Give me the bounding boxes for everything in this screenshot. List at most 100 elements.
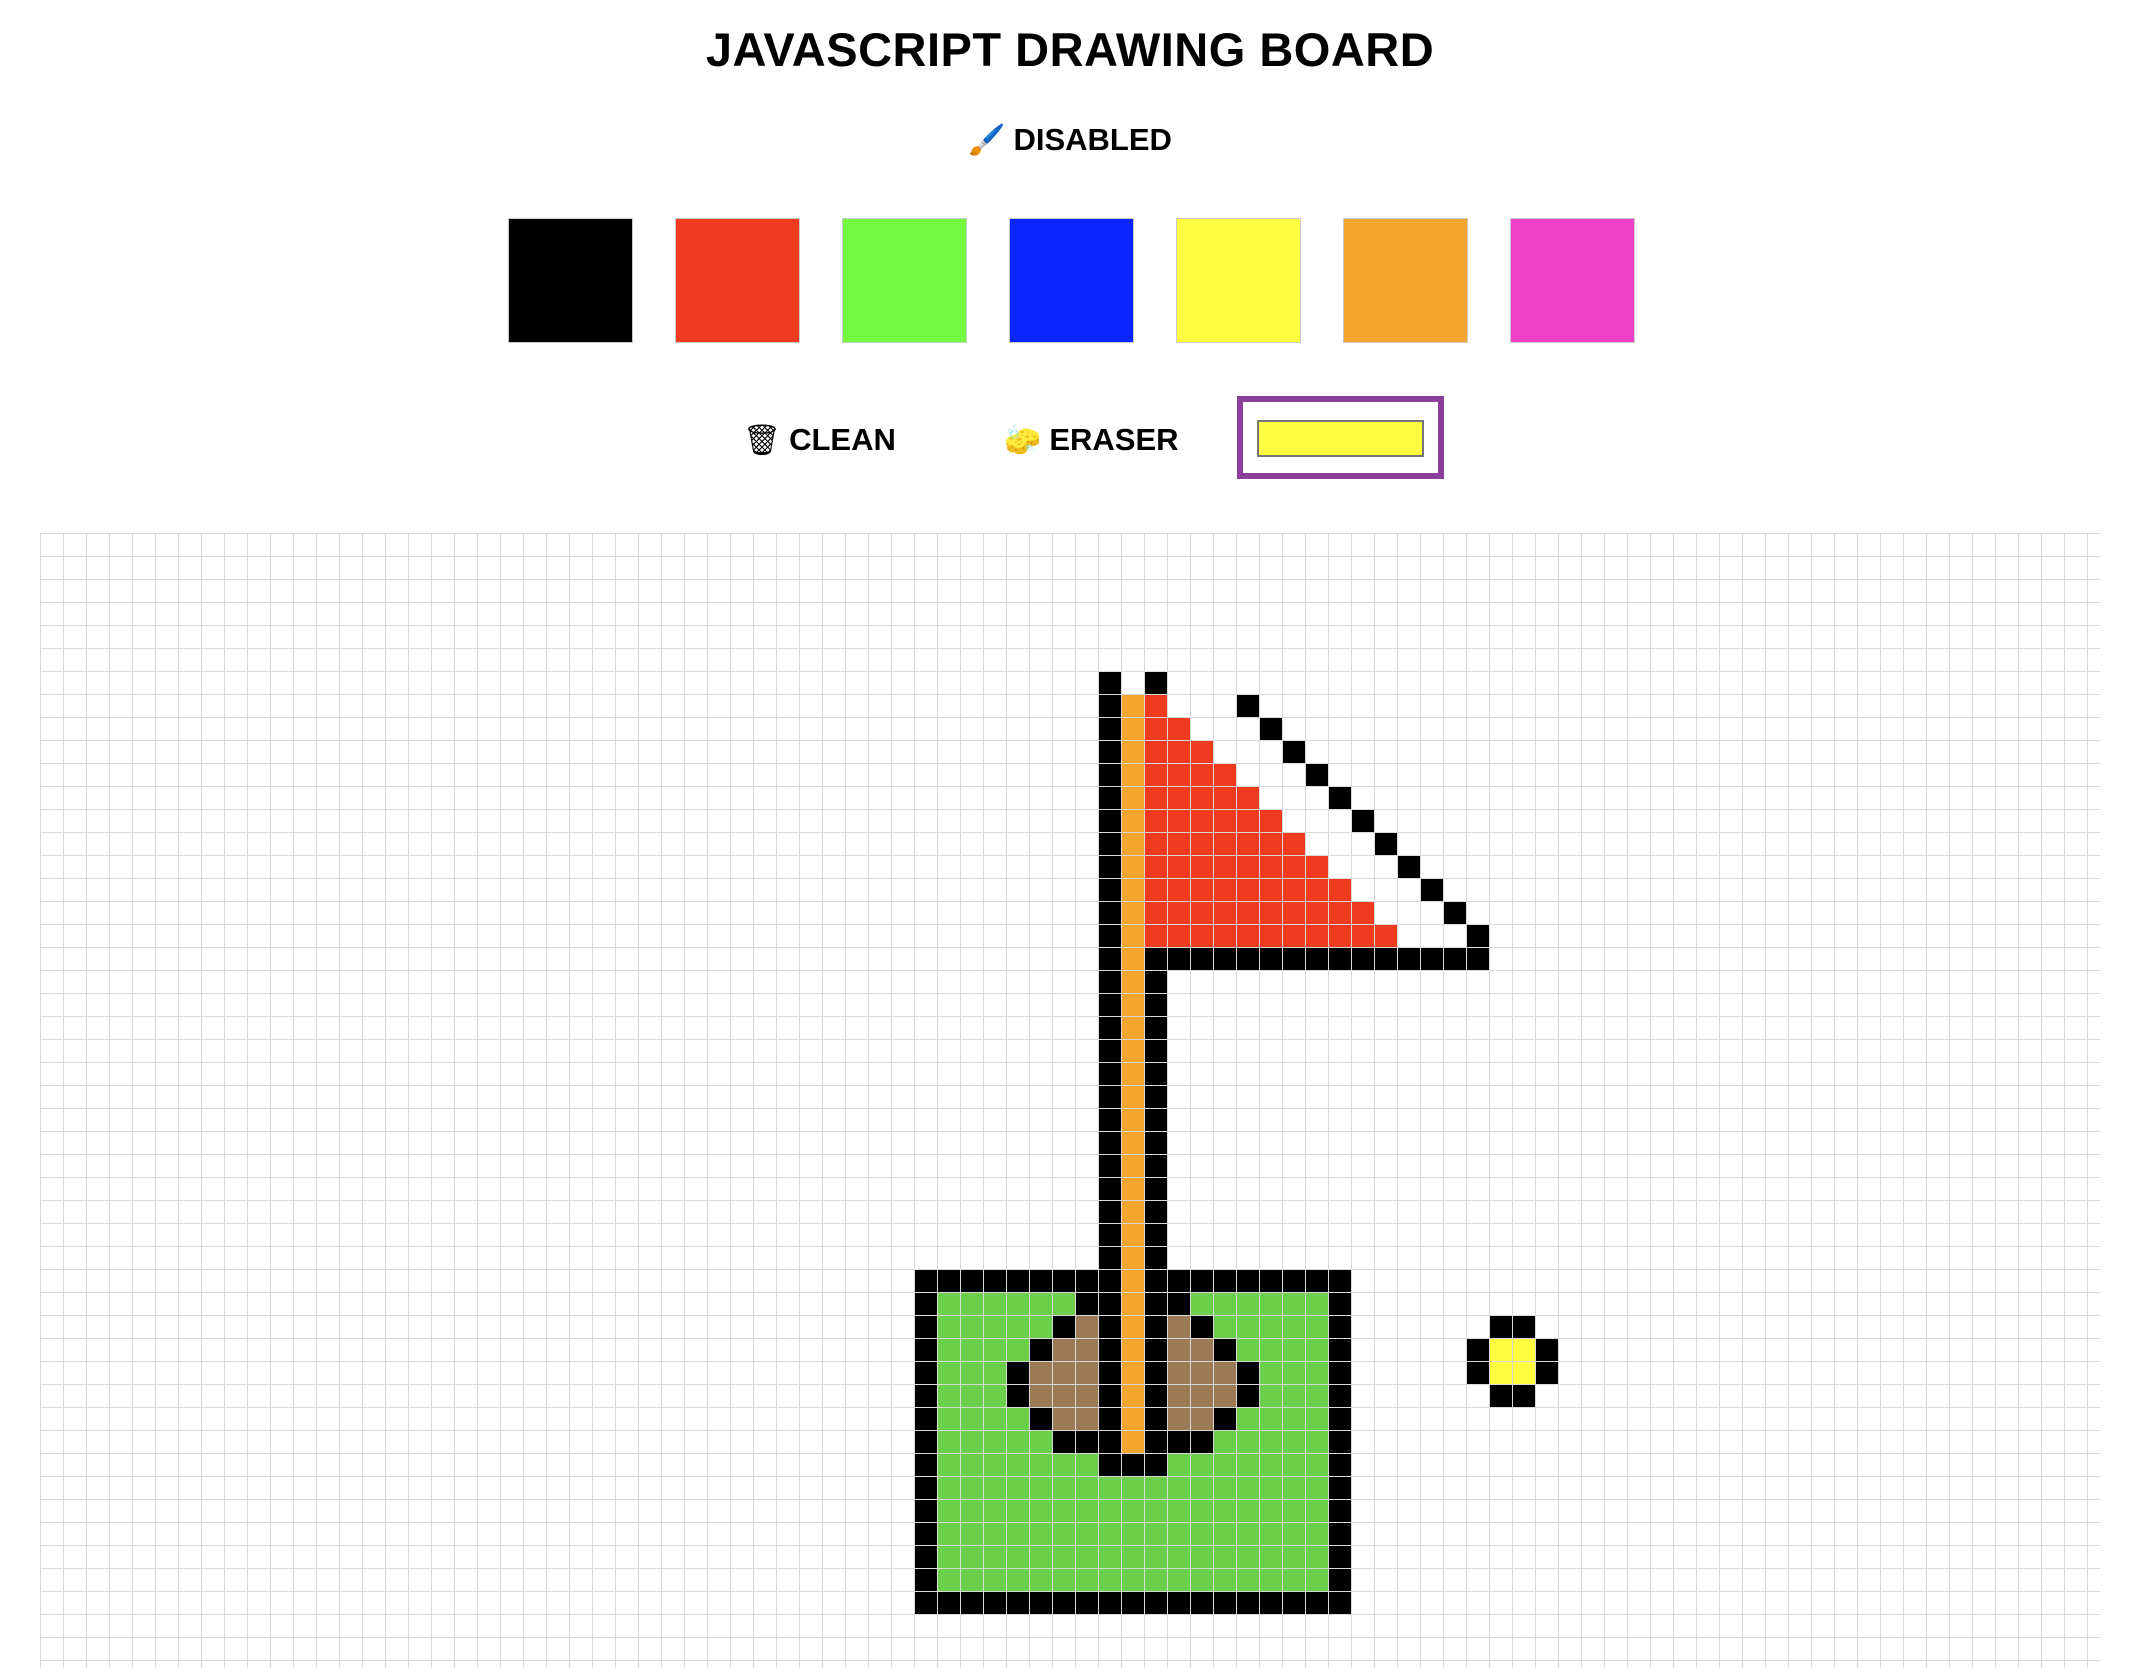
grid-cell[interactable] xyxy=(639,1224,662,1247)
grid-cell[interactable] xyxy=(179,1224,202,1247)
grid-cell[interactable] xyxy=(248,580,271,603)
grid-cell[interactable] xyxy=(800,695,823,718)
grid-cell[interactable] xyxy=(294,1661,317,1668)
grid-cell[interactable] xyxy=(455,1201,478,1224)
grid-cell[interactable] xyxy=(570,856,593,879)
grid-cell[interactable] xyxy=(1950,1500,1973,1523)
grid-cell[interactable] xyxy=(1007,695,1030,718)
grid-cell[interactable] xyxy=(225,1615,248,1638)
grid-cell[interactable] xyxy=(1007,1569,1030,1592)
grid-cell[interactable] xyxy=(1513,856,1536,879)
grid-cell[interactable] xyxy=(1283,810,1306,833)
grid-cell[interactable] xyxy=(1789,1546,1812,1569)
grid-cell[interactable] xyxy=(156,994,179,1017)
grid-cell[interactable] xyxy=(248,1408,271,1431)
grid-cell[interactable] xyxy=(1835,1132,1858,1155)
grid-cell[interactable] xyxy=(1122,1592,1145,1615)
grid-cell[interactable] xyxy=(363,1339,386,1362)
grid-cell[interactable] xyxy=(2019,1569,2042,1592)
grid-cell[interactable] xyxy=(1490,1086,1513,1109)
grid-cell[interactable] xyxy=(1214,1408,1237,1431)
grid-cell[interactable] xyxy=(685,1454,708,1477)
grid-cell[interactable] xyxy=(823,1661,846,1668)
grid-cell[interactable] xyxy=(754,1339,777,1362)
grid-cell[interactable] xyxy=(1398,1178,1421,1201)
grid-cell[interactable] xyxy=(869,1454,892,1477)
grid-cell[interactable] xyxy=(501,1592,524,1615)
grid-cell[interactable] xyxy=(1904,1385,1927,1408)
grid-cell[interactable] xyxy=(225,580,248,603)
grid-cell[interactable] xyxy=(1674,879,1697,902)
grid-cell[interactable] xyxy=(570,1569,593,1592)
grid-cell[interactable] xyxy=(1168,1270,1191,1293)
grid-cell[interactable] xyxy=(1536,1500,1559,1523)
grid-cell[interactable] xyxy=(708,1454,731,1477)
grid-cell[interactable] xyxy=(225,856,248,879)
grid-cell[interactable] xyxy=(202,1569,225,1592)
grid-cell[interactable] xyxy=(1536,1592,1559,1615)
grid-cell[interactable] xyxy=(1352,1316,1375,1339)
grid-cell[interactable] xyxy=(1697,902,1720,925)
grid-cell[interactable] xyxy=(1191,1247,1214,1270)
grid-cell[interactable] xyxy=(133,902,156,925)
grid-cell[interactable] xyxy=(1743,1500,1766,1523)
grid-cell[interactable] xyxy=(1720,1523,1743,1546)
grid-cell[interactable] xyxy=(938,1431,961,1454)
grid-cell[interactable] xyxy=(1214,1546,1237,1569)
grid-cell[interactable] xyxy=(455,1661,478,1668)
grid-cell[interactable] xyxy=(1743,1523,1766,1546)
grid-cell[interactable] xyxy=(110,925,133,948)
grid-cell[interactable] xyxy=(133,1201,156,1224)
grid-cell[interactable] xyxy=(1053,1592,1076,1615)
grid-cell[interactable] xyxy=(2065,1339,2088,1362)
grid-cell[interactable] xyxy=(1927,1408,1950,1431)
grid-cell[interactable] xyxy=(915,1454,938,1477)
grid-cell[interactable] xyxy=(1053,810,1076,833)
grid-cell[interactable] xyxy=(271,948,294,971)
grid-cell[interactable] xyxy=(1582,1086,1605,1109)
grid-cell[interactable] xyxy=(363,833,386,856)
grid-cell[interactable] xyxy=(1789,833,1812,856)
grid-cell[interactable] xyxy=(1214,695,1237,718)
grid-cell[interactable] xyxy=(386,534,409,557)
grid-cell[interactable] xyxy=(1858,764,1881,787)
grid-cell[interactable] xyxy=(1283,1615,1306,1638)
grid-cell[interactable] xyxy=(1513,1569,1536,1592)
grid-cell[interactable] xyxy=(984,1155,1007,1178)
grid-cell[interactable] xyxy=(317,1592,340,1615)
grid-cell[interactable] xyxy=(1214,1661,1237,1668)
grid-cell[interactable] xyxy=(547,557,570,580)
grid-cell[interactable] xyxy=(1283,1431,1306,1454)
grid-cell[interactable] xyxy=(1145,626,1168,649)
grid-cell[interactable] xyxy=(1398,1523,1421,1546)
grid-cell[interactable] xyxy=(1674,1224,1697,1247)
grid-cell[interactable] xyxy=(662,534,685,557)
grid-cell[interactable] xyxy=(2088,879,2100,902)
grid-cell[interactable] xyxy=(179,1040,202,1063)
grid-cell[interactable] xyxy=(133,1523,156,1546)
grid-cell[interactable] xyxy=(1628,948,1651,971)
grid-cell[interactable] xyxy=(1099,1592,1122,1615)
grid-cell[interactable] xyxy=(1766,534,1789,557)
grid-cell[interactable] xyxy=(1467,856,1490,879)
grid-cell[interactable] xyxy=(1881,1638,1904,1661)
grid-cell[interactable] xyxy=(1651,1339,1674,1362)
grid-cell[interactable] xyxy=(1881,1109,1904,1132)
grid-cell[interactable] xyxy=(363,1569,386,1592)
grid-cell[interactable] xyxy=(133,856,156,879)
grid-cell[interactable] xyxy=(984,1316,1007,1339)
grid-cell[interactable] xyxy=(225,695,248,718)
grid-cell[interactable] xyxy=(1421,695,1444,718)
grid-cell[interactable] xyxy=(501,1385,524,1408)
grid-cell[interactable] xyxy=(1536,1293,1559,1316)
grid-cell[interactable] xyxy=(1053,672,1076,695)
grid-cell[interactable] xyxy=(1237,764,1260,787)
grid-cell[interactable] xyxy=(1628,718,1651,741)
grid-cell[interactable] xyxy=(1904,1523,1927,1546)
grid-cell[interactable] xyxy=(1053,1339,1076,1362)
grid-cell[interactable] xyxy=(294,649,317,672)
grid-cell[interactable] xyxy=(1421,1408,1444,1431)
grid-cell[interactable] xyxy=(1697,1178,1720,1201)
grid-cell[interactable] xyxy=(363,580,386,603)
grid-cell[interactable] xyxy=(1651,1431,1674,1454)
